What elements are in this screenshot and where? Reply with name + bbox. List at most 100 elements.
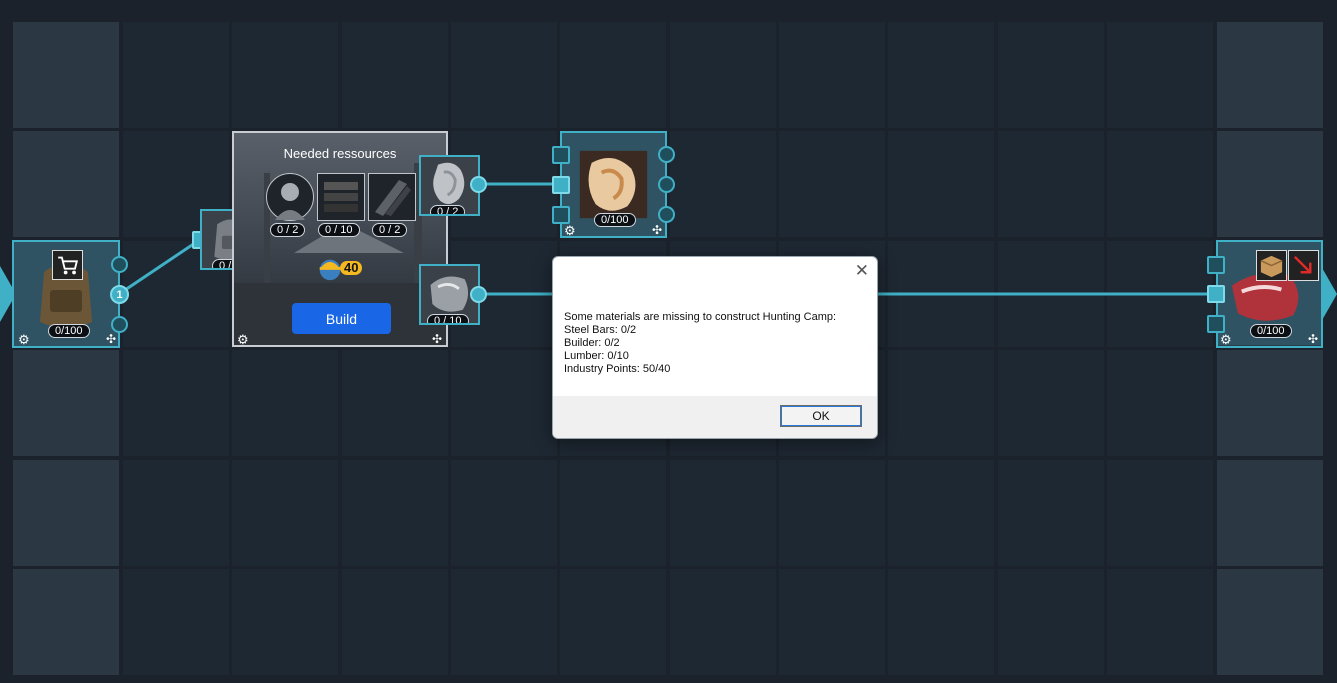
grid-cell[interactable] xyxy=(998,350,1104,456)
grid-cell[interactable] xyxy=(1217,131,1323,237)
input-port[interactable] xyxy=(552,206,570,224)
right-edge-arrow-icon xyxy=(1321,266,1337,322)
grid-cell[interactable] xyxy=(779,460,885,566)
settings-gear-icon[interactable]: ⚙ xyxy=(564,224,576,236)
input-port-connected[interactable] xyxy=(1207,285,1225,303)
output-port[interactable] xyxy=(111,256,128,273)
fur-storage-node[interactable]: 0/100 ⚙ ✣ xyxy=(560,131,667,238)
grid-cell[interactable] xyxy=(13,460,119,566)
grid-cell[interactable] xyxy=(1107,569,1213,675)
grid-cell[interactable] xyxy=(232,350,338,456)
grid-cell[interactable] xyxy=(451,460,557,566)
output-port-connected[interactable] xyxy=(470,286,487,303)
build-button[interactable]: Build xyxy=(292,303,391,334)
grid-cell[interactable] xyxy=(888,131,994,237)
grid-cell[interactable] xyxy=(342,350,448,456)
dialog-footer: OK xyxy=(553,396,877,438)
grid-cell[interactable] xyxy=(1217,460,1323,566)
dialog-message-line: Steel Bars: 0/2 xyxy=(564,324,637,336)
grid-cell[interactable] xyxy=(13,131,119,237)
output-port-connected[interactable]: 1 xyxy=(110,285,129,304)
grid-cell[interactable] xyxy=(1107,460,1213,566)
output-port-connected[interactable] xyxy=(470,176,487,193)
dialog-message-line: Industry Points: 50/40 xyxy=(564,363,671,375)
grid-cell[interactable] xyxy=(451,22,557,128)
steel-bars-counter: 0 / 2 xyxy=(372,223,408,237)
output-port[interactable] xyxy=(658,176,675,193)
builder-icon xyxy=(266,173,314,221)
backpack-shop-node[interactable]: 0/100 ⚙ ✣ xyxy=(12,240,120,348)
move-handle-icon[interactable]: ✣ xyxy=(106,333,116,345)
export-arrow-icon[interactable] xyxy=(1288,250,1319,281)
grid-cell[interactable] xyxy=(1217,22,1323,128)
stock-counter: 0/100 xyxy=(1250,324,1292,338)
settings-gear-icon[interactable]: ⚙ xyxy=(1220,333,1232,346)
input-port[interactable] xyxy=(1207,256,1225,274)
grid-cell[interactable] xyxy=(13,350,119,456)
grid-cell[interactable] xyxy=(451,350,557,456)
grid-cell[interactable] xyxy=(123,22,229,128)
grid-cell[interactable] xyxy=(13,569,119,675)
grid-cell[interactable] xyxy=(670,131,776,237)
grid-cell[interactable] xyxy=(123,460,229,566)
move-handle-icon[interactable]: ✣ xyxy=(1308,333,1318,345)
grid-cell[interactable] xyxy=(998,131,1104,237)
input-port[interactable] xyxy=(1207,315,1225,333)
grid-cell[interactable] xyxy=(1107,350,1213,456)
meat-export-node[interactable]: 0/100 ⚙ ✣ xyxy=(1216,240,1323,348)
grid-cell[interactable] xyxy=(888,22,994,128)
settings-gear-icon[interactable]: ⚙ xyxy=(18,333,30,346)
input-port-connected[interactable] xyxy=(552,176,570,194)
grid-cell[interactable] xyxy=(670,460,776,566)
grid-cell[interactable] xyxy=(1107,22,1213,128)
grid-cell[interactable] xyxy=(998,569,1104,675)
grid-cell[interactable] xyxy=(342,460,448,566)
grid-cell[interactable] xyxy=(1107,131,1213,237)
grid-cell[interactable] xyxy=(123,350,229,456)
grid-cell[interactable] xyxy=(123,569,229,675)
resource-counter: 0 / 2 xyxy=(430,205,466,214)
input-port[interactable] xyxy=(552,146,570,164)
grid-cell[interactable] xyxy=(560,569,666,675)
grid-cell[interactable] xyxy=(779,131,885,237)
grid-cell[interactable] xyxy=(342,569,448,675)
grid-cell[interactable] xyxy=(13,22,119,128)
grid-cell[interactable] xyxy=(888,460,994,566)
grid-cell[interactable] xyxy=(779,569,885,675)
grid-cell[interactable] xyxy=(998,241,1104,347)
grid-cell[interactable] xyxy=(1217,350,1323,456)
grid-cell[interactable] xyxy=(232,22,338,128)
missing-materials-dialog: ✕ Some materials are missing to construc… xyxy=(552,256,878,439)
grid-cell[interactable] xyxy=(1107,241,1213,347)
grid-cell[interactable] xyxy=(670,569,776,675)
grid-cell[interactable] xyxy=(342,22,448,128)
output-port[interactable] xyxy=(658,146,675,163)
grid-cell[interactable] xyxy=(888,350,994,456)
build-card-title: Needed ressources xyxy=(283,146,397,161)
hunting-camp-build-card[interactable]: Needed ressources 0 / 2 0 / 10 0 / 2 40 … xyxy=(232,131,448,347)
grid-cell[interactable] xyxy=(998,22,1104,128)
settings-gear-icon[interactable]: ⚙ xyxy=(237,333,249,345)
output-port[interactable] xyxy=(658,206,675,223)
grid-cell[interactable] xyxy=(451,569,557,675)
ok-button[interactable]: OK xyxy=(780,405,862,427)
grid-cell[interactable] xyxy=(560,22,666,128)
grid-cell[interactable] xyxy=(1217,569,1323,675)
grid-cell[interactable] xyxy=(779,22,885,128)
grid-cell[interactable] xyxy=(998,460,1104,566)
output-port[interactable] xyxy=(111,316,128,333)
industry-points-value: 40 xyxy=(340,261,363,275)
grid-cell[interactable] xyxy=(232,569,338,675)
grid-cell[interactable] xyxy=(560,460,666,566)
close-icon[interactable]: ✕ xyxy=(855,262,869,280)
grid-cell[interactable] xyxy=(232,460,338,566)
shopping-cart-icon[interactable] xyxy=(52,250,83,280)
grid-cell[interactable] xyxy=(670,22,776,128)
lumber-icon xyxy=(317,173,365,221)
grid-cell[interactable] xyxy=(888,569,994,675)
move-handle-icon[interactable]: ✣ xyxy=(432,333,442,345)
box-icon[interactable] xyxy=(1256,250,1287,281)
grid-cell[interactable] xyxy=(888,241,994,347)
stock-counter: 0/100 xyxy=(594,213,636,227)
move-handle-icon[interactable]: ✣ xyxy=(652,224,662,236)
